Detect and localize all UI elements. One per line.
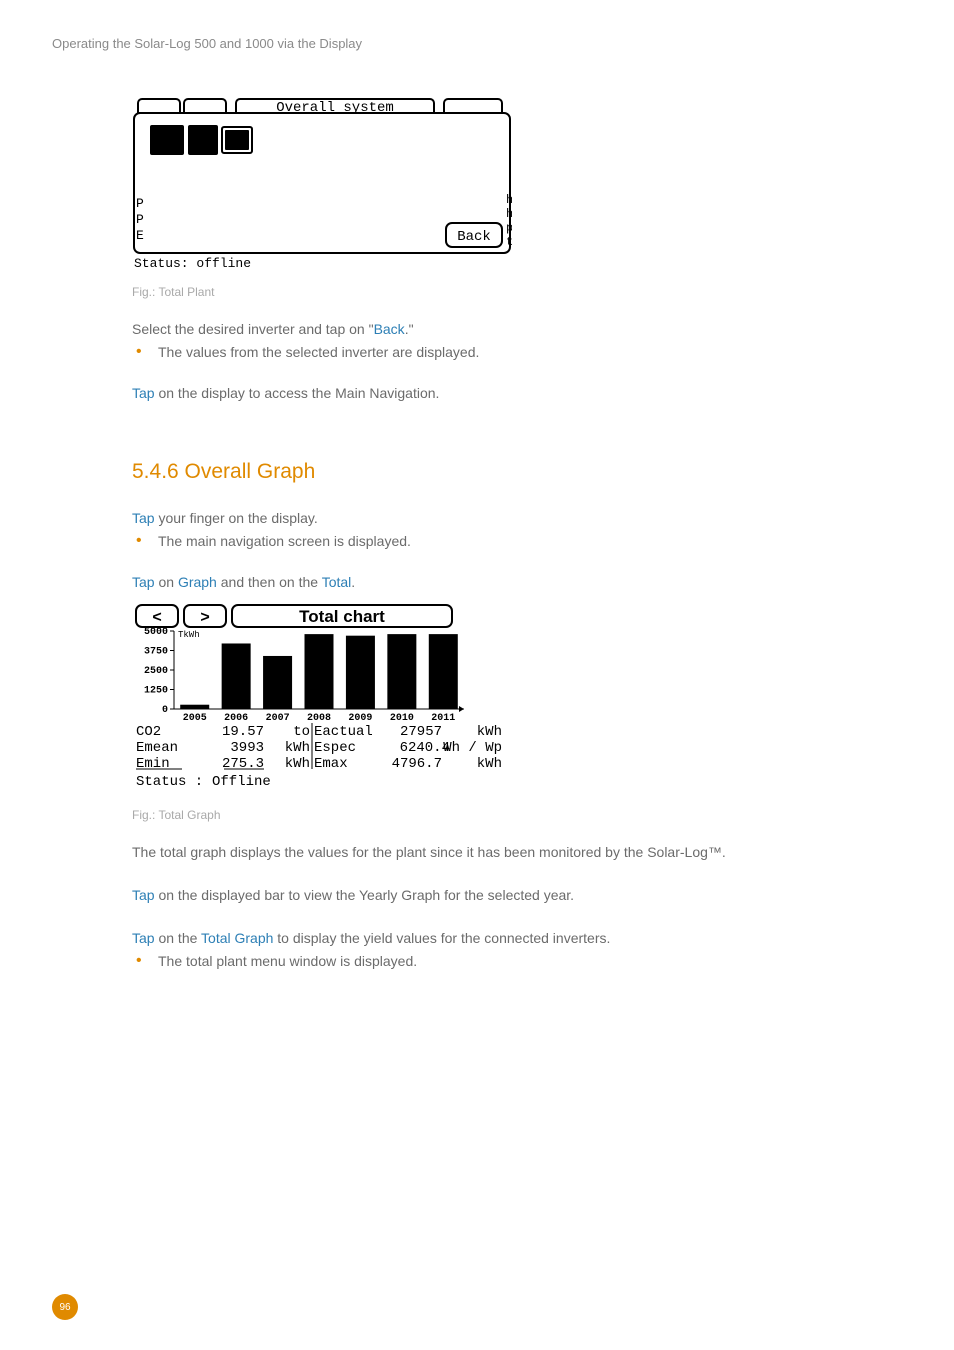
- svg-text:2011: 2011: [431, 713, 455, 724]
- svg-text:h: h: [506, 193, 512, 207]
- page-number-badge: 96: [52, 1294, 78, 1320]
- svg-text:1: 1: [199, 134, 207, 150]
- list-item: The main navigation screen is displayed.: [132, 531, 912, 552]
- svg-text:P: P: [136, 196, 144, 211]
- status-line: Status: offline: [134, 256, 251, 271]
- svg-text:Inv: Inv: [157, 142, 177, 154]
- tap-link: Tap: [132, 510, 155, 526]
- svg-text:2008: 2008: [307, 713, 331, 724]
- svg-text:2009: 2009: [348, 713, 372, 724]
- svg-text:<: <: [152, 609, 161, 626]
- figure-caption: Fig.: Total Graph: [132, 808, 912, 822]
- svg-text:5000: 5000: [144, 627, 168, 638]
- running-head: Operating the Solar-Log 500 and 1000 via…: [52, 36, 902, 51]
- tap-link: Tap: [132, 574, 155, 590]
- figure-total-chart: < > Total chart 0 1250 2500 3750 5000 TkWh 200…: [132, 603, 512, 798]
- window-title: Overall system: [276, 100, 394, 116]
- paragraph: Tap on Graph and then on the Total.: [132, 572, 912, 593]
- svg-text:Total chart: Total chart: [299, 607, 385, 626]
- figure-total-plant: Overall system All Inv 1 2: [132, 95, 512, 275]
- paragraph: Tap your finger on the display.: [132, 508, 912, 529]
- paragraph: Tap on the Total Graph to display the yi…: [132, 928, 912, 949]
- paragraph: Tap on the displayed bar to view the Yea…: [132, 885, 912, 906]
- svg-text:E: E: [136, 228, 144, 243]
- svg-text:Emax: Emax: [314, 756, 348, 772]
- chart-bar[interactable]: [387, 634, 416, 709]
- tab-inverter-1[interactable]: 1: [188, 125, 218, 155]
- nav-prev-button[interactable]: [138, 99, 180, 113]
- chart-bar[interactable]: [305, 634, 334, 709]
- svg-text:275.3: 275.3: [222, 756, 264, 772]
- svg-text:1250: 1250: [144, 686, 168, 697]
- svg-text:3750: 3750: [144, 647, 168, 658]
- total-link: Total: [322, 574, 352, 590]
- svg-text:Back: Back: [457, 229, 491, 245]
- svg-text:kWh: kWh: [285, 756, 310, 772]
- svg-text:t: t: [506, 235, 512, 249]
- svg-text:p: p: [506, 221, 512, 235]
- tab-inverter-2[interactable]: 2: [222, 127, 252, 153]
- chart-bar[interactable]: [346, 636, 375, 709]
- svg-text:2500: 2500: [144, 666, 168, 677]
- tap-link: Tap: [132, 930, 155, 946]
- svg-text:All: All: [157, 129, 177, 141]
- svg-text:Emean: Emean: [136, 740, 178, 756]
- svg-text:19.57: 19.57: [222, 724, 264, 740]
- svg-text:h: h: [506, 207, 512, 221]
- tap-link: Tap: [132, 385, 155, 401]
- nav-next-button[interactable]: [184, 99, 226, 113]
- svg-text:to: to: [293, 724, 310, 740]
- svg-text:Eactual: Eactual: [314, 724, 373, 740]
- svg-text:kWh: kWh: [477, 756, 502, 772]
- svg-text:3993: 3993: [230, 740, 264, 756]
- svg-text:kWh: kWh: [477, 724, 502, 740]
- svg-text:4796.7: 4796.7: [392, 756, 442, 772]
- svg-text:kWh: kWh: [285, 740, 310, 756]
- svg-text:Emin: Emin: [136, 756, 170, 772]
- svg-text:>: >: [200, 609, 209, 626]
- back-button[interactable]: Back: [446, 223, 502, 247]
- chart-bar[interactable]: [263, 656, 292, 709]
- chart-bar[interactable]: [222, 643, 251, 709]
- window-title-tab: Total chart: [232, 605, 452, 627]
- back-link: Back: [374, 321, 405, 337]
- status-value: Offline: [212, 774, 271, 790]
- svg-text:Espec: Espec: [314, 740, 356, 756]
- svg-text:2010: 2010: [390, 713, 414, 724]
- svg-text:CO2: CO2: [136, 724, 161, 740]
- chart-bar[interactable]: [429, 634, 458, 709]
- nav-prev-button[interactable]: <: [136, 605, 178, 627]
- svg-text:2005: 2005: [183, 713, 207, 724]
- paragraph: The total graph displays the values for …: [132, 842, 912, 863]
- nav-right-tab: [444, 99, 502, 113]
- status-label: Status :: [136, 774, 203, 790]
- tab-all-inv[interactable]: All Inv: [150, 125, 184, 155]
- svg-text:P: P: [136, 212, 144, 227]
- tap-link: Tap: [132, 887, 155, 903]
- paragraph: Select the desired inverter and tap on "…: [132, 319, 912, 340]
- section-heading: 5.4.6 Overall Graph: [132, 460, 912, 484]
- svg-text:27957: 27957: [400, 724, 442, 740]
- svg-text:2: 2: [233, 134, 241, 150]
- list-item: The total plant menu window is displayed…: [132, 951, 912, 972]
- total-bar-chart[interactable]: 0 1250 2500 3750 5000 TkWh 2005 2006 2007 2008 200…: [144, 627, 464, 724]
- svg-text:Wh / Wp: Wh / Wp: [443, 740, 502, 756]
- svg-text:0: 0: [162, 705, 168, 716]
- total-graph-link: Total Graph: [201, 930, 273, 946]
- paragraph: Tap on the display to access the Main Na…: [132, 383, 912, 404]
- svg-text:2006: 2006: [224, 713, 248, 724]
- svg-text:TkWh: TkWh: [178, 630, 200, 640]
- nav-next-button[interactable]: >: [184, 605, 226, 627]
- graph-link: Graph: [178, 574, 217, 590]
- chart-bar[interactable]: [180, 705, 209, 709]
- list-item: The values from the selected inverter ar…: [132, 342, 912, 363]
- svg-text:2007: 2007: [266, 713, 290, 724]
- figure-caption: Fig.: Total Plant: [132, 285, 912, 299]
